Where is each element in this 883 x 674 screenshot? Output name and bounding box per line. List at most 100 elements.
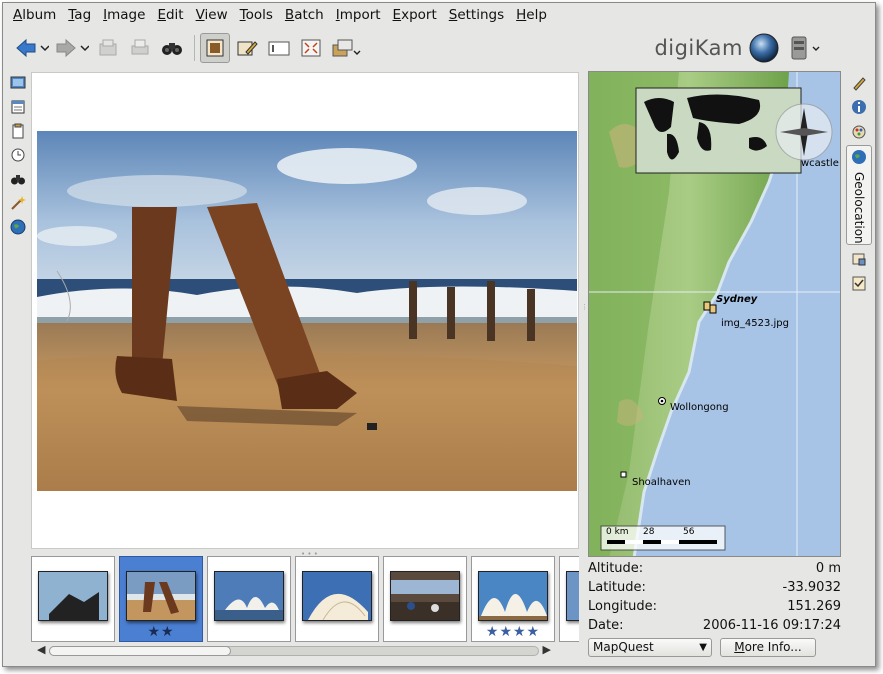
search-tab[interactable]: [8, 169, 28, 189]
menu-album[interactable]: Album: [7, 3, 62, 27]
edit-image-button[interactable]: [232, 33, 262, 63]
edit-icon: [237, 41, 258, 56]
timeline-tab[interactable]: [8, 145, 28, 165]
fuzzy-search-tab[interactable]: [8, 193, 28, 213]
longitude-label: Longitude:: [588, 599, 658, 614]
print-button[interactable]: [125, 33, 155, 63]
export-button[interactable]: [328, 33, 364, 63]
export-icon: [332, 39, 361, 57]
scrollbar-thumb[interactable]: [49, 646, 231, 656]
colors-tab[interactable]: [848, 121, 870, 141]
longitude-row: Longitude: 151.269: [588, 597, 844, 616]
thumbnail[interactable]: ★★★★: [471, 556, 555, 642]
tab-geolocation[interactable]: Geolocation: [846, 145, 872, 245]
back-button[interactable]: [13, 33, 51, 63]
latitude-value: -33.9032: [782, 580, 841, 595]
scroll-right-icon[interactable]: ▶: [543, 643, 551, 656]
thumbnail-selected[interactable]: ★★: [119, 556, 203, 642]
comments-tags-tab[interactable]: [848, 249, 870, 269]
menu-help[interactable]: Help: [510, 3, 553, 27]
geolocation-info: Altitude: 0 m Latitude: -33.9032 Longitude…: [588, 559, 844, 637]
map-label-sydney: Sydney: [716, 294, 758, 305]
fullscreen-icon: [301, 39, 321, 57]
date-value: 2006-11-16 09:17:24: [702, 618, 841, 633]
tab-geolocation-label: Geolocation: [852, 172, 866, 244]
menu-view[interactable]: View: [190, 3, 234, 27]
altitude-label: Altitude:: [588, 561, 644, 576]
albums-icon: [10, 76, 26, 89]
digikam-brand: digiKam: [654, 33, 823, 63]
menu-tag[interactable]: Tag: [62, 3, 97, 27]
versions-tab[interactable]: [848, 273, 870, 293]
left-sidebar: [6, 71, 28, 551]
vertical-splitter-handle[interactable]: ⋮: [581, 303, 588, 311]
albums-tab[interactable]: [8, 73, 28, 93]
preview-photo[interactable]: [37, 131, 577, 491]
digikam-window: Album Tag Image Edit View Tools Batch Im…: [2, 2, 876, 667]
scale-label-mid: 28: [643, 527, 655, 537]
scroll-left-icon[interactable]: ◀: [37, 643, 45, 656]
storage-icon[interactable]: [789, 35, 823, 61]
menu-export[interactable]: Export: [387, 3, 443, 27]
thumbnail-bar: ★★ ★★★★: [31, 556, 579, 644]
menu-tools[interactable]: Tools: [234, 3, 279, 27]
metadata-tab[interactable]: [848, 97, 870, 117]
map-label-wollongong: Wollongong: [670, 402, 729, 413]
tags-tab[interactable]: [8, 121, 28, 141]
map-label-photo[interactable]: img_4523.jpg: [721, 318, 789, 329]
binoculars-icon: [11, 175, 25, 185]
info-icon: [852, 100, 866, 114]
image-preview-panel[interactable]: [31, 72, 579, 549]
map-label-shoalhaven: Shoalhaven: [632, 477, 691, 488]
lighttable-icon: [99, 39, 117, 56]
properties-tab[interactable]: [848, 73, 870, 93]
thumbnail[interactable]: [207, 556, 291, 642]
menu-batch[interactable]: Batch: [279, 3, 330, 27]
tags-icon: [12, 123, 24, 139]
menu-image[interactable]: Image: [97, 3, 151, 27]
menu-import[interactable]: Import: [330, 3, 387, 27]
menu-settings[interactable]: Settings: [443, 3, 510, 27]
calendar-icon: [11, 100, 25, 114]
thumbnail[interactable]: [383, 556, 467, 642]
slideshow-button[interactable]: [264, 33, 294, 63]
latitude-row: Latitude: -33.9032: [588, 578, 844, 597]
calendar-tab[interactable]: [8, 97, 28, 117]
right-sidebar: Geolocation: [845, 71, 873, 311]
map-provider-value: MapQuest: [593, 640, 654, 654]
slideshow-icon: [268, 41, 290, 56]
forward-arrow-icon: [56, 38, 89, 58]
menu-edit[interactable]: Edit: [151, 3, 189, 27]
rating-stars: ★★★★: [485, 624, 541, 640]
longitude-value: 151.269: [787, 599, 841, 614]
thumbnail-scrollbar[interactable]: ◀ ▶: [37, 643, 551, 657]
map-search-tab[interactable]: [8, 217, 28, 237]
thumbnail[interactable]: [559, 556, 579, 642]
thumbnail[interactable]: [295, 556, 379, 642]
globe-icon: [852, 150, 866, 164]
thumbnail[interactable]: [31, 556, 115, 642]
toolbar-separator: [194, 35, 195, 61]
geolocation-map[interactable]: Sydney img_4523.jpg Wollongong Shoalhave…: [588, 71, 841, 557]
preview-button[interactable]: [200, 33, 230, 63]
checklist-icon: [852, 276, 866, 291]
thumbnail-image: [566, 571, 579, 621]
latitude-label: Latitude:: [588, 580, 646, 595]
thumbnail-image: [126, 571, 196, 621]
map-controls: MapQuest ▼ More Info...: [588, 638, 844, 660]
lighttable-button[interactable]: [93, 33, 123, 63]
fullscreen-button[interactable]: [296, 33, 326, 63]
more-info-button[interactable]: More Info...: [720, 638, 816, 657]
map-provider-select[interactable]: MapQuest ▼: [588, 638, 712, 657]
print-icon: [131, 39, 149, 55]
rating-stars: ★★: [147, 624, 175, 640]
thumbnail-image: [302, 571, 372, 621]
search-button[interactable]: [157, 33, 187, 63]
thumbnail-image: [38, 571, 108, 621]
palette-icon: [852, 125, 866, 139]
menubar: Album Tag Image Edit View Tools Batch Im…: [3, 3, 875, 27]
forward-button[interactable]: [53, 33, 91, 63]
globe-icon: [10, 219, 26, 235]
date-label: Date:: [588, 618, 624, 633]
thumbnail-image: [390, 571, 460, 621]
